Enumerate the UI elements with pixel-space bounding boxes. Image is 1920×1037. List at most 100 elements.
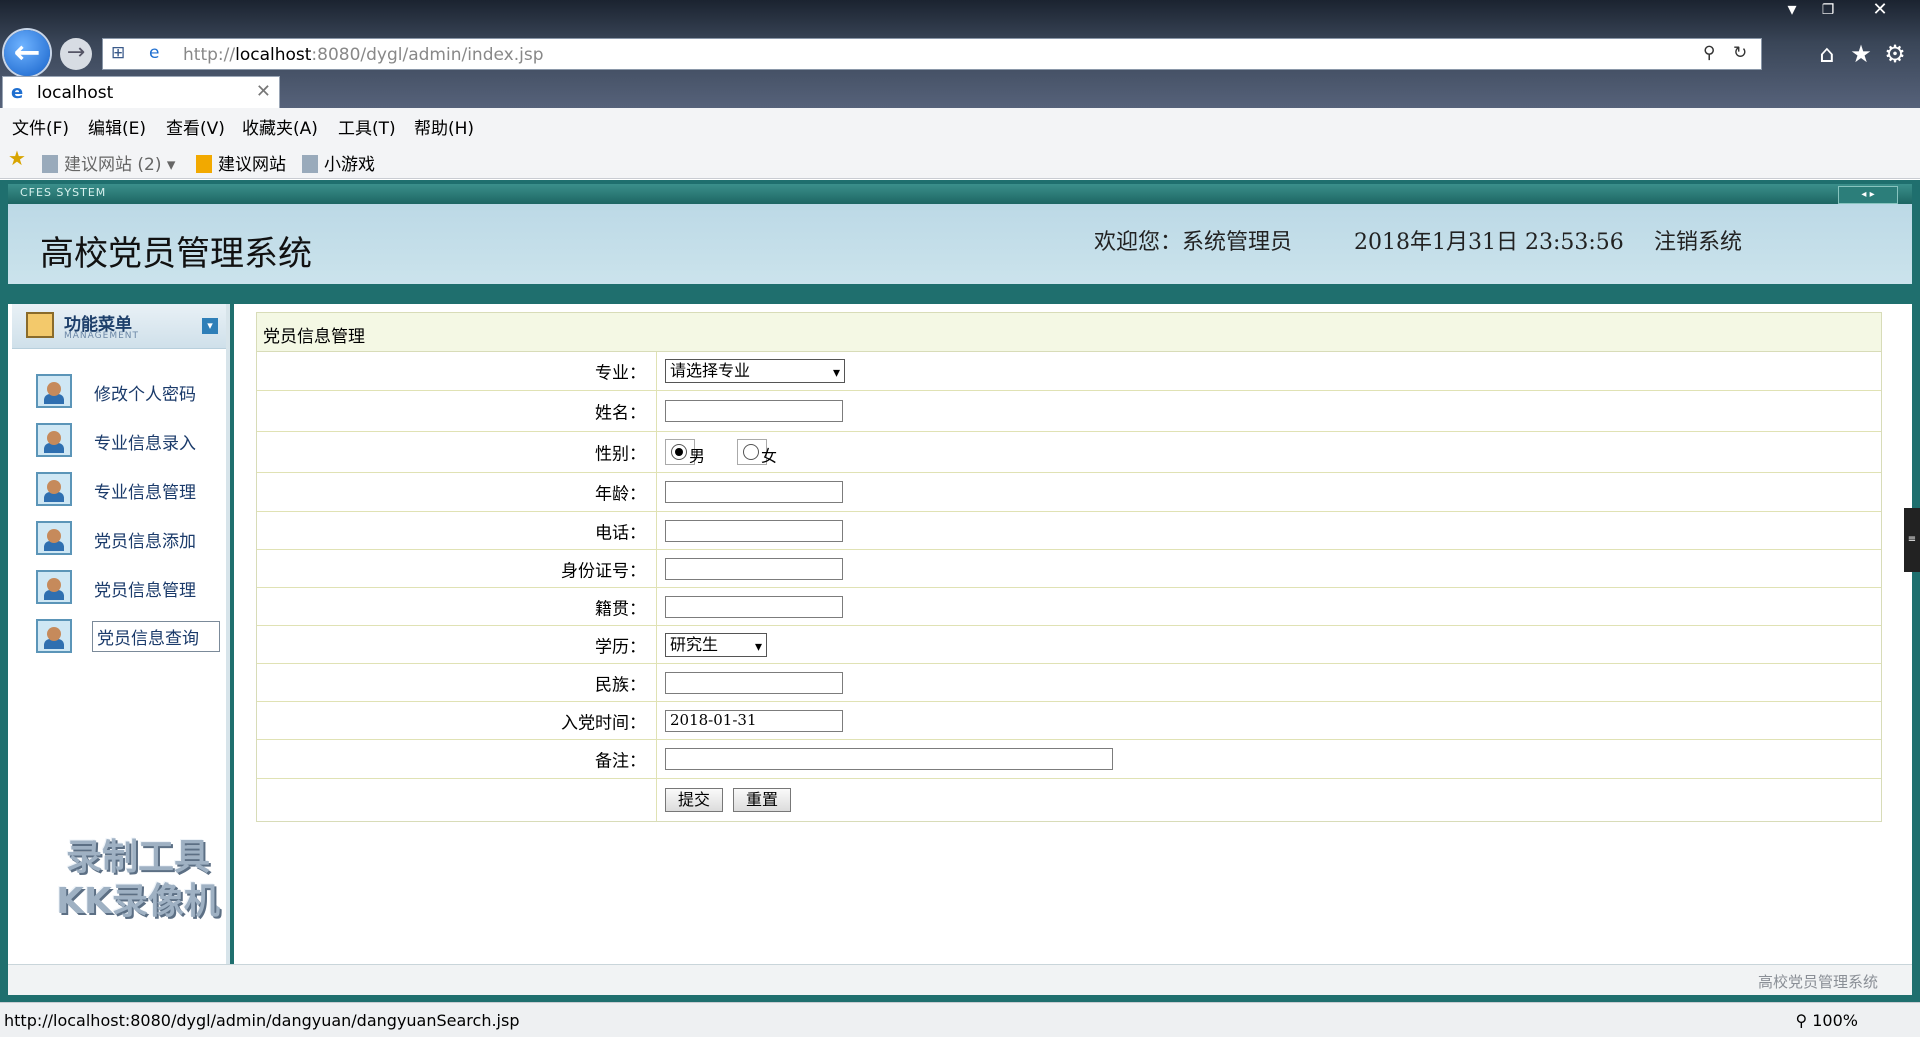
collapse-icon[interactable]: ▾	[202, 318, 218, 334]
menu-view[interactable]: 查看(V)	[166, 114, 225, 139]
sidebar-item-label: 党员信息添加	[94, 532, 196, 552]
user-icon	[36, 472, 72, 506]
refresh-icon[interactable]: ↻	[1733, 43, 1747, 63]
app-header: 高校党员管理系统 欢迎您：系统管理员 2018年1月31日 23:53:56 注…	[8, 204, 1912, 284]
sidebar-header: 功能菜单 MANAGEMENT ▾	[12, 304, 226, 349]
status-bar: http://localhost:8080/dygl/admin/dangyua…	[0, 1002, 1920, 1037]
fav-suggested-sites[interactable]: 建议网站	[196, 150, 286, 175]
user-icon	[36, 619, 72, 653]
settings-gear-icon[interactable]: ⚙	[1880, 40, 1910, 68]
form-row-education: 学历： 研究生 ▾	[257, 626, 1881, 664]
phone-input[interactable]	[665, 519, 843, 542]
sidebar-item-label: 党员信息查询	[92, 621, 220, 652]
main-content: 党员信息管理 专业： 请选择专业 ▾ 姓名： 性别： 男 女 年龄： 电话： 身…	[234, 304, 1912, 964]
ie-page-icon: e	[149, 43, 160, 63]
form-row-remark: 备注：	[257, 740, 1881, 779]
app-top-strip: CFES SYSTEM ◂ ▸	[8, 184, 1912, 204]
home-icon[interactable]: ⌂	[1812, 40, 1842, 68]
menu-favorites[interactable]: 收藏夹(A)	[242, 114, 318, 139]
restore-icon[interactable]: ❐	[1810, 0, 1846, 20]
sidebar-item-change-password[interactable]: 修改个人密码	[36, 372, 226, 410]
form-row-age: 年龄：	[257, 473, 1881, 512]
app-frame: CFES SYSTEM ◂ ▸ 高校党员管理系统 欢迎您：系统管理员 2018年…	[0, 180, 1920, 1002]
fav-mini-games[interactable]: 小游戏	[302, 150, 375, 175]
gender-female-radio[interactable]	[743, 444, 759, 460]
ie-logo-icon: e	[11, 82, 24, 103]
user-icon	[36, 521, 72, 555]
label-major: 专业：	[595, 363, 646, 384]
status-url: http://localhost:8080/dygl/admin/dangyua…	[4, 1011, 520, 1030]
system-title: 高校党员管理系统	[40, 234, 312, 274]
major-select[interactable]: 请选择专业 ▾	[665, 359, 845, 383]
logout-link[interactable]: 注销系统	[1654, 224, 1742, 256]
id-number-input[interactable]	[665, 557, 843, 580]
member-form-panel: 党员信息管理 专业： 请选择专业 ▾ 姓名： 性别： 男 女 年龄： 电话： 身…	[256, 312, 1882, 822]
ethnicity-input[interactable]	[665, 671, 843, 694]
form-row-join-date: 入党时间： 2018-01-31	[257, 702, 1881, 740]
browser-toolbar: ▾ ❐ ✕ ← → ⊞ e http://localhost:8080/dygl…	[0, 0, 1920, 108]
submit-button[interactable]: 提交	[665, 788, 723, 812]
label-name: 姓名：	[595, 403, 646, 424]
user-icon	[36, 374, 72, 408]
sidebar-item-major-add[interactable]: 专业信息录入	[36, 421, 226, 459]
form-row-name: 姓名：	[257, 391, 1881, 432]
address-text[interactable]: http://localhost:8080/dygl/admin/index.j…	[183, 45, 544, 65]
minimize-icon[interactable]: ▾	[1774, 0, 1810, 20]
close-window-icon[interactable]: ✕	[1862, 0, 1898, 20]
name-input[interactable]	[665, 400, 843, 422]
sidebar-item-member-add[interactable]: 党员信息添加	[36, 519, 226, 557]
tab-localhost[interactable]: e localhost ✕	[2, 76, 280, 108]
ie-page-icon	[42, 155, 58, 173]
sidebar-subtitle: MANAGEMENT	[64, 331, 139, 341]
zoom-level[interactable]: ⚲ 100%	[1795, 1011, 1858, 1030]
form-row-gender: 性别： 男 女	[257, 432, 1881, 473]
favorites-star-icon[interactable]: ★	[1846, 40, 1876, 68]
gender-male-radio[interactable]	[671, 444, 687, 460]
form-row-phone: 电话：	[257, 512, 1881, 550]
recorder-watermark: 录制工具 KK录像机	[56, 837, 220, 922]
compat-view-icon[interactable]: ⊞	[111, 43, 125, 63]
fav-suggested-sites-dropdown[interactable]: 建议网站 (2) ▾	[42, 150, 175, 175]
label-gender: 性别：	[595, 444, 646, 465]
form-row-ethnicity: 民族：	[257, 664, 1881, 702]
menu-tools[interactable]: 工具(T)	[338, 114, 396, 139]
sidebar-item-major-manage[interactable]: 专业信息管理	[36, 470, 226, 508]
education-select[interactable]: 研究生 ▾	[665, 632, 767, 657]
search-icon[interactable]: ⚲	[1703, 43, 1715, 63]
label-join-date: 入党时间：	[561, 713, 646, 733]
sidebar-item-member-manage[interactable]: 党员信息管理	[36, 568, 226, 606]
side-panel-handle[interactable]: ≡	[1904, 508, 1920, 572]
sidebar-item-label: 专业信息录入	[94, 434, 196, 454]
bing-icon	[196, 155, 212, 173]
reset-button[interactable]: 重置	[733, 788, 791, 812]
sidebar-item-label: 党员信息管理	[94, 581, 196, 601]
age-input[interactable]	[665, 481, 843, 503]
close-tab-icon[interactable]: ✕	[256, 81, 271, 102]
datetime: 2018年1月31日 23:53:56	[1354, 230, 1624, 255]
address-bar[interactable]: ⊞ e http://localhost:8080/dygl/admin/ind…	[102, 38, 1762, 70]
remark-input[interactable]	[665, 748, 1113, 770]
label-age: 年龄：	[595, 484, 646, 505]
form-row-id-number: 身份证号：	[257, 550, 1881, 588]
sidebar-item-member-search[interactable]: 党员信息查询	[36, 617, 226, 655]
gender-female-label: 女	[761, 446, 778, 466]
welcome-text: 欢迎您：系统管理员	[1094, 230, 1293, 255]
form-row-major: 专业： 请选择专业 ▾	[257, 352, 1881, 391]
footer-text: 高校党员管理系统	[1757, 973, 1878, 991]
sidebar-item-label: 修改个人密码	[94, 385, 196, 405]
back-button[interactable]: ←	[4, 30, 50, 76]
label-phone: 电话：	[595, 523, 646, 543]
panel-title-text: 党员信息管理	[263, 327, 365, 347]
favorites-center-icon[interactable]: ★	[8, 146, 26, 170]
favorites-bar: ★ 建议网站 (2) ▾ 建议网站 小游戏	[0, 142, 1920, 179]
forward-button[interactable]: →	[60, 38, 92, 70]
hometown-input[interactable]	[665, 595, 843, 618]
menu-edit[interactable]: 编辑(E)	[88, 114, 146, 139]
strip-arrows-icon[interactable]: ◂ ▸	[1838, 186, 1898, 204]
label-education: 学历：	[595, 637, 646, 657]
join-date-input[interactable]: 2018-01-31	[665, 709, 843, 732]
tab-title: localhost	[37, 83, 114, 103]
user-icon	[36, 570, 72, 604]
menu-help[interactable]: 帮助(H)	[414, 114, 474, 139]
menu-file[interactable]: 文件(F)	[12, 114, 69, 139]
